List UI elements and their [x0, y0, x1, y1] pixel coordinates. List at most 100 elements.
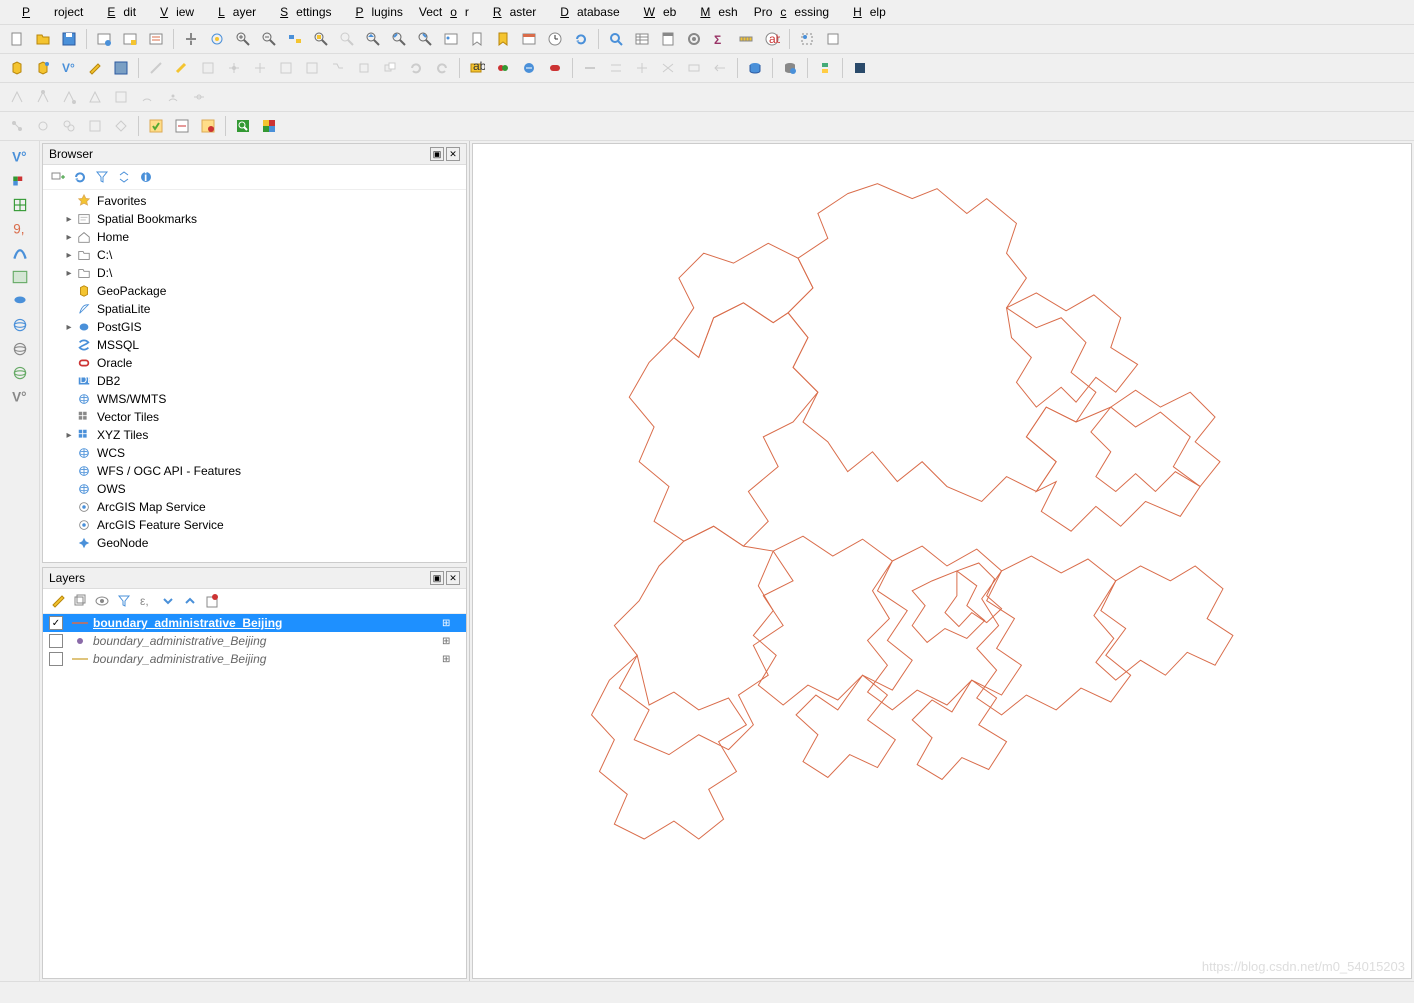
refresh-button[interactable]	[569, 27, 593, 51]
snap-6[interactable]	[135, 85, 159, 109]
browser-item-geonode[interactable]: GeoNode	[45, 534, 464, 552]
field-calc-button[interactable]	[656, 27, 680, 51]
statistics-button[interactable]: Σ	[708, 27, 732, 51]
zoom-last-button[interactable]	[387, 27, 411, 51]
layers-collapse-button[interactable]	[181, 592, 199, 610]
open-project-button[interactable]	[31, 27, 55, 51]
vec-5[interactable]	[109, 114, 133, 138]
browser-item-wms-wmts[interactable]: WMS/WMTS	[45, 390, 464, 408]
datasource-button[interactable]	[778, 56, 802, 80]
vec-2[interactable]	[31, 114, 55, 138]
save-edits-button[interactable]	[109, 56, 133, 80]
digi-1[interactable]	[144, 56, 168, 80]
menu-view[interactable]: View	[144, 2, 202, 22]
digi-2[interactable]	[170, 56, 194, 80]
vec-4[interactable]	[83, 114, 107, 138]
adv-2[interactable]	[604, 56, 628, 80]
browser-item-wfs-ogc-api-features[interactable]: WFS / OGC API - Features	[45, 462, 464, 480]
add-raster-button[interactable]	[8, 171, 32, 191]
layers-float-button[interactable]: ▣	[430, 571, 444, 585]
adv-5[interactable]	[682, 56, 706, 80]
adv-1[interactable]	[578, 56, 602, 80]
digi-10[interactable]	[378, 56, 402, 80]
snap-1[interactable]	[5, 85, 29, 109]
show-layout-manager-button[interactable]	[118, 27, 142, 51]
layers-style-button[interactable]	[49, 592, 67, 610]
temporal-controller-button[interactable]	[543, 27, 567, 51]
plugin-dark[interactable]	[848, 56, 872, 80]
db-manager-button[interactable]	[743, 56, 767, 80]
menu-database[interactable]: Database	[544, 2, 627, 22]
expand-icon[interactable]: ▸	[63, 250, 75, 261]
menu-layer[interactable]: Layer	[202, 2, 264, 22]
map-canvas[interactable]: https://blog.csdn.net/m0_54015203	[472, 143, 1412, 979]
temporal-button[interactable]	[517, 27, 541, 51]
current-edits-button[interactable]	[5, 56, 29, 80]
browser-item-spatialite[interactable]: SpatiaLite	[45, 300, 464, 318]
browser-item-ows[interactable]: OWS	[45, 480, 464, 498]
add-postgis-button[interactable]	[8, 291, 32, 311]
new-temp-button[interactable]: V°	[8, 387, 32, 407]
save-project-button[interactable]	[57, 27, 81, 51]
menu-help[interactable]: Help	[837, 2, 894, 22]
add-selected-button[interactable]	[49, 168, 67, 186]
refresh-browser-button[interactable]	[71, 168, 89, 186]
style-manager-button[interactable]	[144, 27, 168, 51]
zoom-next-button[interactable]	[413, 27, 437, 51]
expand-icon[interactable]: ▸	[63, 214, 75, 225]
layer-checkbox[interactable]	[49, 652, 63, 666]
zoom-layer-button[interactable]	[361, 27, 385, 51]
zoom-native-button[interactable]	[283, 27, 307, 51]
add-vector-layer-button[interactable]: V°	[8, 147, 32, 167]
layer-checkbox[interactable]	[49, 634, 63, 648]
add-wcs-button[interactable]	[8, 339, 32, 359]
layers-list[interactable]: ✓boundary_administrative_Beijing⊞boundar…	[43, 614, 466, 978]
label-button[interactable]: abc	[465, 56, 489, 80]
layers-filter-button[interactable]	[115, 592, 133, 610]
browser-item-c-[interactable]: ▸C:\	[45, 246, 464, 264]
browser-item-mssql[interactable]: MSSQL	[45, 336, 464, 354]
adv-4[interactable]	[656, 56, 680, 80]
menu-processing[interactable]: Processing	[746, 2, 837, 22]
filter-1[interactable]	[144, 114, 168, 138]
no-action-button[interactable]	[821, 27, 845, 51]
open-attribute-table-button[interactable]	[630, 27, 654, 51]
digi-6[interactable]	[274, 56, 298, 80]
select-features-button[interactable]	[795, 27, 819, 51]
add-spatialite-button[interactable]	[8, 243, 32, 263]
snap-5[interactable]	[109, 85, 133, 109]
browser-tree[interactable]: Favorites▸Spatial Bookmarks▸Home▸C:\▸D:\…	[43, 190, 466, 562]
plugin-b3[interactable]	[543, 56, 567, 80]
snap-7[interactable]	[161, 85, 185, 109]
menu-vector[interactable]: Vector	[411, 2, 477, 22]
browser-item-oracle[interactable]: Oracle	[45, 354, 464, 372]
browser-item-geopackage[interactable]: GeoPackage	[45, 282, 464, 300]
add-mesh-button[interactable]	[8, 195, 32, 215]
adv-3[interactable]	[630, 56, 654, 80]
add-wfs-button[interactable]	[8, 363, 32, 383]
filter-3[interactable]	[196, 114, 220, 138]
browser-item-home[interactable]: ▸Home	[45, 228, 464, 246]
vec-1[interactable]	[5, 114, 29, 138]
digi-8[interactable]	[326, 56, 350, 80]
plugin-b2[interactable]	[517, 56, 541, 80]
browser-item-favorites[interactable]: Favorites	[45, 192, 464, 210]
filter-browser-button[interactable]	[93, 168, 111, 186]
browser-item-wcs[interactable]: WCS	[45, 444, 464, 462]
new-print-layout-button[interactable]	[92, 27, 116, 51]
layers-visibility-button[interactable]	[93, 592, 111, 610]
browser-item-arcgis-map-service[interactable]: ArcGIS Map Service	[45, 498, 464, 516]
plugin-b1[interactable]	[491, 56, 515, 80]
layer-checkbox[interactable]: ✓	[49, 616, 63, 630]
expand-icon[interactable]: ▸	[63, 322, 75, 333]
menu-web[interactable]: Web	[628, 2, 685, 22]
menu-mesh[interactable]: Mesh	[684, 2, 745, 22]
digi-5[interactable]	[248, 56, 272, 80]
palette-button[interactable]	[257, 114, 281, 138]
browser-item-db2[interactable]: DB2DB2	[45, 372, 464, 390]
menu-edit[interactable]: Edit	[91, 2, 144, 22]
browser-close-button[interactable]: ✕	[446, 147, 460, 161]
digi-3[interactable]	[196, 56, 220, 80]
layer-row[interactable]: ✓boundary_administrative_Beijing⊞	[43, 614, 466, 632]
snap-3[interactable]	[57, 85, 81, 109]
